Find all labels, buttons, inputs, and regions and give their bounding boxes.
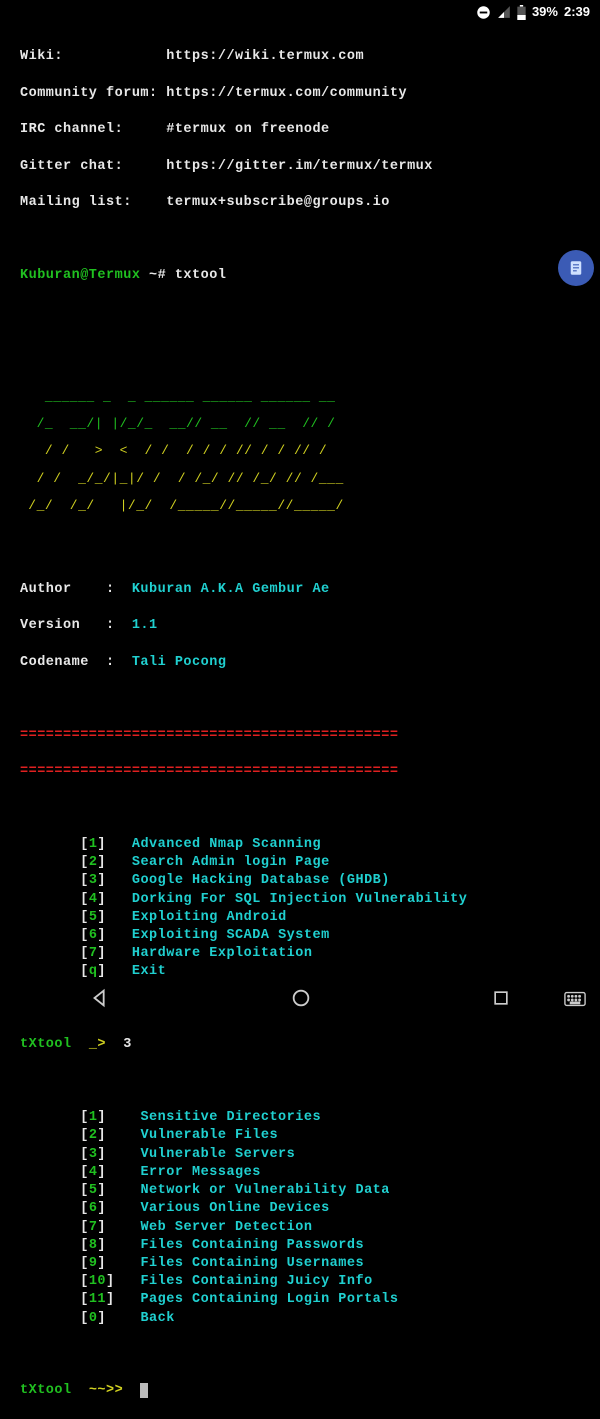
menu-label: Advanced Nmap Scanning <box>132 837 321 852</box>
battery-percent: 39% <box>532 3 558 21</box>
main-menu: [1] Advanced Nmap Scanning [2] Search Ad… <box>20 836 580 982</box>
codename-key: Codename <box>20 655 89 670</box>
menu-label: Google Hacking Database (GHDB) <box>132 873 390 888</box>
user-choice: 3 <box>123 1037 132 1052</box>
home-icon[interactable] <box>290 987 312 1016</box>
menu-item[interactable]: [3] Vulnerable Servers <box>20 1146 580 1164</box>
codename-value: Tali Pocong <box>132 655 227 670</box>
menu-item[interactable]: [4] Error Messages <box>20 1164 580 1182</box>
menu-item[interactable]: [2] Vulnerable Files <box>20 1127 580 1145</box>
menu-item[interactable]: [9] Files Containing Usernames <box>20 1255 580 1273</box>
cursor-icon[interactable] <box>140 1383 148 1398</box>
menu-item[interactable]: [8] Files Containing Passwords <box>20 1237 580 1255</box>
menu-label: Files Containing Usernames <box>140 1256 364 1271</box>
menu-number: 7 <box>89 1220 98 1235</box>
menu-label: Search Admin login Page <box>132 855 330 870</box>
irc-label: IRC channel: <box>20 122 123 137</box>
menu-item[interactable]: [1] Sensitive Directories <box>20 1109 580 1127</box>
terminal-output[interactable]: Wiki: https://wiki.termux.com Community … <box>0 24 600 1419</box>
menu-item[interactable]: [11] Pages Containing Login Portals <box>20 1291 580 1309</box>
menu-item[interactable]: [10] Files Containing Juicy Info <box>20 1273 580 1291</box>
menu-label: Error Messages <box>140 1165 260 1180</box>
menu-label: Web Server Detection <box>140 1220 312 1235</box>
mail-value: termux+subscribe@groups.io <box>166 195 390 210</box>
menu-number: 1 <box>89 1110 98 1125</box>
forum-url: https://termux.com/community <box>166 86 407 101</box>
dnd-icon <box>476 5 491 20</box>
version-key: Version <box>20 618 80 633</box>
prompt-name: tXtool <box>20 1383 72 1398</box>
menu-number: 2 <box>89 1128 98 1143</box>
back-icon[interactable] <box>89 987 111 1016</box>
menu-label: Dorking For SQL Injection Vulnerability <box>132 892 467 907</box>
irc-value: #termux on freenode <box>166 122 329 137</box>
menu-item[interactable]: [4] Dorking For SQL Injection Vulnerabil… <box>20 891 580 909</box>
forum-label: Community forum: <box>20 86 158 101</box>
document-icon <box>567 259 585 277</box>
author-key: Author <box>20 582 72 597</box>
menu-label: Pages Containing Login Portals <box>140 1292 398 1307</box>
ascii-banner: ______ _ _ ______ ______ ______ __ /_ __… <box>20 376 580 526</box>
wiki-url: https://wiki.termux.com <box>166 49 364 64</box>
sub-menu: [1] Sensitive Directories [2] Vulnerable… <box>20 1109 580 1328</box>
divider-line: ========================================… <box>20 727 580 745</box>
prompt-name: tXtool <box>20 1037 72 1052</box>
menu-label: Exit <box>132 964 166 979</box>
mail-label: Mailing list: <box>20 195 132 210</box>
version-value: 1.1 <box>132 618 158 633</box>
android-nav-bar <box>0 980 600 1024</box>
shell-command: txtool <box>175 268 227 283</box>
menu-item[interactable]: [6] Exploiting SCADA System <box>20 927 580 945</box>
prompt-symbol: ~~>> <box>89 1383 132 1398</box>
menu-label: Network or Vulnerability Data <box>140 1183 389 1198</box>
menu-label: Various Online Devices <box>140 1201 329 1216</box>
menu-label: Exploiting SCADA System <box>132 928 330 943</box>
menu-item[interactable]: [7] Hardware Exploitation <box>20 945 580 963</box>
menu-item[interactable]: [5] Network or Vulnerability Data <box>20 1182 580 1200</box>
prompt-symbol: _> <box>89 1037 115 1052</box>
recents-icon[interactable] <box>491 988 511 1015</box>
divider-line: ========================================… <box>20 763 580 781</box>
battery-icon <box>517 5 526 20</box>
menu-number: 4 <box>89 1165 98 1180</box>
menu-number: 10 <box>89 1274 106 1289</box>
menu-label: Vulnerable Files <box>140 1128 278 1143</box>
floating-notes-button[interactable] <box>558 250 594 286</box>
menu-number: 11 <box>89 1292 106 1307</box>
menu-item[interactable]: [6] Various Online Devices <box>20 1200 580 1218</box>
menu-item[interactable]: [2] Search Admin login Page <box>20 854 580 872</box>
author-value: Kuburan A.K.A Gembur Ae <box>132 582 330 597</box>
clock: 2:39 <box>564 3 590 21</box>
menu-item[interactable]: [0] Back <box>20 1310 580 1328</box>
menu-label: Sensitive Directories <box>140 1110 321 1125</box>
menu-number: 8 <box>89 1238 98 1253</box>
menu-label: Hardware Exploitation <box>132 946 313 961</box>
menu-item[interactable]: [7] Web Server Detection <box>20 1219 580 1237</box>
signal-icon <box>497 5 511 19</box>
menu-label: Files Containing Passwords <box>140 1238 364 1253</box>
menu-label: Back <box>140 1311 174 1326</box>
android-status-bar: 39% 2:39 <box>0 0 600 24</box>
keyboard-icon[interactable] <box>564 991 586 1014</box>
wiki-label: Wiki: <box>20 49 63 64</box>
menu-number: 3 <box>89 1147 98 1162</box>
shell-user: Kuburan@Termux <box>20 268 140 283</box>
menu-item[interactable]: [1] Advanced Nmap Scanning <box>20 836 580 854</box>
gitter-url: https://gitter.im/termux/termux <box>166 159 433 174</box>
menu-label: Vulnerable Servers <box>140 1147 295 1162</box>
menu-number: 6 <box>89 1201 98 1216</box>
shell-path: ~# <box>140 268 174 283</box>
menu-item[interactable]: [5] Exploiting Android <box>20 909 580 927</box>
menu-item[interactable]: [3] Google Hacking Database (GHDB) <box>20 872 580 890</box>
gitter-label: Gitter chat: <box>20 159 123 174</box>
menu-number: 5 <box>89 1183 98 1198</box>
menu-label: Files Containing Juicy Info <box>140 1274 372 1289</box>
menu-number: 0 <box>89 1311 98 1326</box>
menu-number: 9 <box>89 1256 98 1271</box>
menu-item[interactable]: [q] Exit <box>20 963 580 981</box>
menu-label: Exploiting Android <box>132 910 287 925</box>
